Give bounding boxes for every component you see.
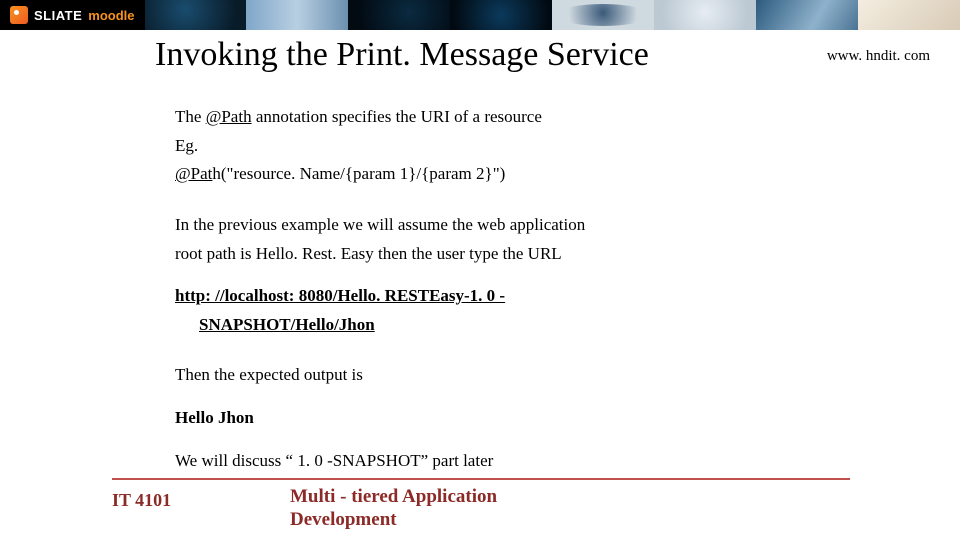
body-line: The @Path annotation specifies the URI o… (175, 105, 795, 130)
slide: SLIATE moodle Invoking the Print. Messag… (0, 0, 960, 540)
banner-image (756, 0, 858, 30)
brand-block: SLIATE moodle (0, 0, 145, 30)
banner-image (858, 0, 960, 30)
text: annotation specifies the URI of a resour… (252, 107, 542, 126)
expected-output: Hello Jhon (175, 406, 795, 431)
link-text: SNAPSHOT/Hello/Jhon (199, 315, 375, 334)
page-title: Invoking the Print. Message Service (155, 36, 649, 74)
banner-image (145, 0, 247, 30)
body-line: In the previous example we will assume t… (175, 213, 795, 238)
body-line: We will discuss “ 1. 0 -SNAPSHOT” part l… (175, 449, 795, 474)
body-line: Then the expected output is (175, 363, 795, 388)
text: Hello Jhon (175, 408, 254, 427)
example-url: SNAPSHOT/Hello/Jhon (175, 313, 795, 338)
slide-body: The @Path annotation specifies the URI o… (175, 105, 795, 477)
body-line: root path is Hello. Rest. Easy then the … (175, 242, 795, 267)
banner-image (348, 0, 450, 30)
path-annotation: @Pat (175, 164, 212, 183)
site-url: www. hndit. com (827, 48, 930, 65)
footer-divider (112, 478, 850, 480)
course-code: IT 4101 (112, 490, 171, 511)
brand-text-moodle: moodle (88, 8, 134, 23)
link-text: http: //localhost: 8080/Hello. RESTEasy-… (175, 286, 505, 305)
brand-text-sliate: SLIATE (34, 8, 82, 23)
banner-images (145, 0, 960, 30)
moodle-icon (10, 6, 28, 24)
banner-image (246, 0, 348, 30)
banner-image (450, 0, 552, 30)
footer-title: Multi - tiered Application Development (290, 486, 497, 532)
path-annotation: @Path (206, 107, 252, 126)
banner-image (654, 0, 756, 30)
text: Development (290, 509, 497, 532)
body-line: Eg. (175, 134, 795, 159)
text: h("resource. Name/{param 1}/{param 2}") (212, 164, 505, 183)
example-url: http: //localhost: 8080/Hello. RESTEasy-… (175, 284, 795, 309)
banner-image (552, 0, 654, 30)
text: Multi - tiered Application (290, 486, 497, 509)
top-banner: SLIATE moodle (0, 0, 960, 30)
text: The (175, 107, 206, 126)
body-line: @Path("resource. Name/{param 1}/{param 2… (175, 162, 795, 187)
